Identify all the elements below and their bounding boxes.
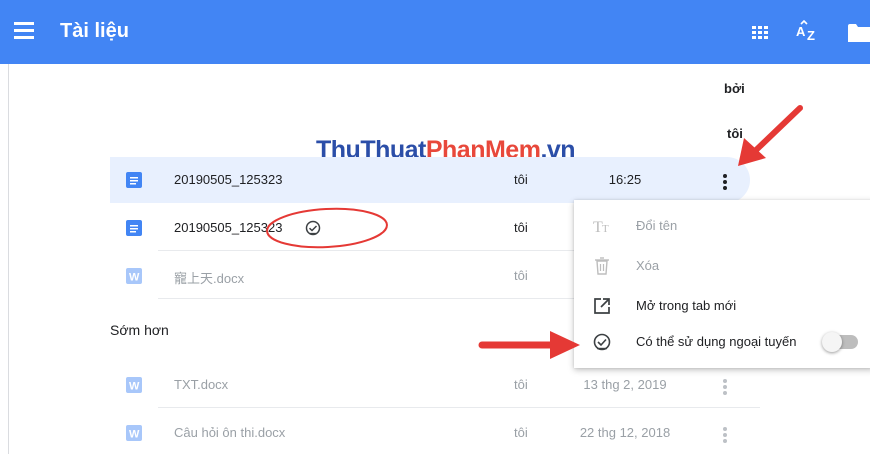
svg-text:W: W [129,272,140,284]
app-title: Tài liệu [60,20,129,42]
hamburger-menu-icon[interactable] [14,22,34,40]
menu-item-label: Mở trong tab mới [636,298,737,313]
section-earlier-label: Sớm hơn [110,322,169,338]
file-owner: tôi [514,377,528,392]
svg-text:Z: Z [807,28,815,42]
annotation-arrow-offline [474,328,584,362]
file-owner: tôi [514,268,528,283]
text-format-icon: TT [592,216,612,236]
menu-item-available-offline[interactable]: Có thể sử dụng ngoại tuyến [574,322,870,362]
file-row[interactable]: W Câu hỏi ôn thi.docx tôi 22 thg 12, 201… [110,410,750,456]
grid-view-icon[interactable] [752,26,768,40]
menu-item-delete[interactable]: Xóa [574,246,870,286]
file-date: 22 thg 12, 2018 [579,425,671,440]
file-date: 13 thg 2, 2019 [583,377,667,392]
file-owner: tôi [514,172,528,187]
file-row[interactable]: W TXT.docx tôi 13 thg 2, 2019 [110,362,760,408]
column-header-by[interactable]: bởi [724,81,745,96]
file-row[interactable]: 20190505_125323 tôi 16:25 [110,157,750,203]
menu-item-open-new-tab[interactable]: Mở trong tab mới [574,286,870,326]
annotation-arrow-more [730,100,810,172]
svg-text:T: T [602,223,609,235]
menu-item-rename[interactable]: TT Đổi tên [574,206,870,246]
file-date: 16:25 [608,172,642,187]
annotation-ellipse [264,206,390,250]
trash-icon [592,256,612,276]
open-in-new-icon [592,296,612,316]
word-file-icon: W [126,268,142,284]
more-actions-icon[interactable] [713,423,737,445]
file-name: TXT.docx [174,377,229,392]
left-divider [8,64,9,454]
file-owner: tôi [514,425,528,440]
word-file-icon: W [126,425,142,441]
sort-az-icon[interactable]: A Z [795,20,821,42]
menu-item-label: Đổi tên [636,218,678,233]
file-owner: tôi [514,220,528,235]
offline-toggle[interactable] [822,332,858,352]
menu-item-label: Có thể sử dụng ngoại tuyến [636,334,797,349]
docs-file-icon [126,172,142,188]
offline-check-icon [592,332,612,352]
file-name: 寵上天.docx [174,271,245,286]
word-file-icon: W [126,377,142,393]
docs-file-icon [126,220,142,236]
more-actions-icon[interactable] [713,375,737,397]
menu-item-label: Xóa [636,258,660,273]
folder-icon[interactable] [848,24,870,42]
svg-text:W: W [129,429,140,441]
context-menu: TT Đổi tên Xóa Mở trong tab mới Có thể s… [574,200,870,368]
file-name: Câu hỏi ôn thi.docx [174,425,286,440]
svg-text:W: W [129,381,140,393]
file-name: 20190505_125323 [174,172,283,187]
row-divider [158,407,760,408]
more-actions-icon[interactable] [713,170,737,192]
app-header: Tài liệu A Z [0,0,870,64]
svg-text:A: A [796,24,806,39]
